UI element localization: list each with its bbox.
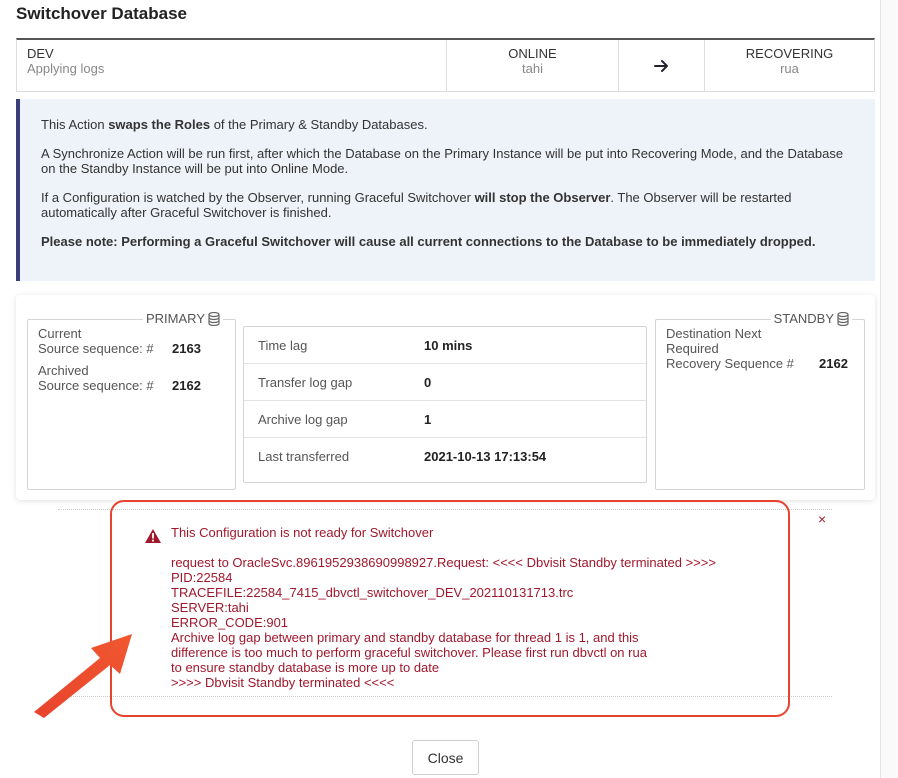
archived-label: Archived	[38, 363, 89, 378]
metric-label: Transfer log gap	[258, 374, 353, 390]
info-text: If a Configuration is watched by the Obs…	[41, 190, 475, 205]
metric-row: Transfer log gap 0	[244, 364, 646, 401]
info-paragraph-3: If a Configuration is watched by the Obs…	[41, 190, 851, 220]
source-database-name: DEV	[27, 46, 54, 61]
dialog-title: Switchover Database	[16, 4, 188, 23]
info-paragraph-1: This Action swaps the Roles of the Prima…	[41, 117, 851, 132]
primary-box: PRIMARY Current Source sequence: # 2163 …	[27, 311, 236, 490]
primary-instance-cell: ONLINE tahi	[447, 40, 619, 91]
metric-label: Time lag	[258, 337, 308, 353]
database-icon	[837, 311, 849, 326]
metric-row: Archive log gap 1	[244, 401, 646, 438]
metric-value: 2021-10-13 17:13:54	[424, 449, 547, 464]
primary-instance-state: ONLINE	[508, 46, 557, 61]
info-callout: This Action swaps the Roles of the Prima…	[16, 99, 875, 281]
arrow-right-icon	[653, 59, 668, 72]
standby-sequence: Destination Next Required Recovery Seque…	[666, 326, 848, 371]
info-text: This Action	[41, 117, 109, 132]
metric-row: Last transferred 2021-10-13 17:13:54	[244, 438, 646, 475]
database-icon	[208, 311, 220, 326]
info-paragraph-2: A Synchronize Action will be run first, …	[41, 146, 844, 176]
standby-sequence-label: Recovery Sequence #	[666, 356, 794, 371]
current-sequence-label: Source sequence: #	[38, 341, 154, 356]
standby-sequence-value: 2162	[819, 356, 848, 371]
source-database-cell: DEV Applying logs	[17, 40, 447, 91]
info-bold-text: will stop the Observer	[474, 190, 611, 205]
close-error-icon[interactable]: ×	[818, 511, 826, 527]
direction-cell	[619, 40, 705, 91]
standby-box: STANDBY Destination Next Required Recove…	[655, 311, 865, 490]
switchover-status-bar: DEV Applying logs ONLINE tahi RECOVERING…	[16, 38, 875, 92]
archived-row: Source sequence: # 2162	[38, 378, 201, 393]
close-button[interactable]: Close	[412, 740, 479, 775]
standby-instance-host: rua	[780, 61, 799, 76]
metric-value: 10 mins	[424, 337, 473, 353]
standby-instance-cell: RECOVERING rua	[705, 40, 874, 91]
source-database-state: Applying logs	[27, 61, 105, 76]
standby-row: Recovery Sequence # 2162	[666, 356, 848, 371]
archived-sequence-label: Source sequence: #	[38, 378, 154, 393]
standby-legend: STANDBY	[770, 311, 852, 326]
primary-instance-host: tahi	[522, 61, 543, 76]
metric-row: Time lag 10 mins	[244, 327, 646, 364]
archived-sequence: Archived Source sequence: # 2162	[38, 363, 201, 393]
annotation-arrow-icon	[34, 634, 132, 718]
standby-label: Required	[666, 341, 719, 356]
info-note: Please note: Performing a Graceful Switc…	[41, 234, 816, 249]
current-sequence: Current Source sequence: # 2163	[38, 326, 201, 356]
error-highlight-box	[110, 500, 790, 717]
primary-legend: PRIMARY	[143, 311, 223, 326]
sync-status-panel: PRIMARY Current Source sequence: # 2163 …	[16, 295, 875, 500]
standby-instance-state: RECOVERING	[745, 46, 834, 61]
primary-legend-label: PRIMARY	[146, 311, 205, 326]
archived-sequence-value: 2162	[172, 378, 201, 393]
metric-label: Archive log gap	[258, 411, 348, 427]
info-text: of the Primary & Standby Databases.	[210, 117, 428, 132]
page-scroll-strip	[880, 0, 898, 778]
info-bold-text: swaps the Roles	[108, 117, 211, 132]
current-sequence-value: 2163	[172, 341, 201, 356]
current-row: Source sequence: # 2163	[38, 341, 201, 356]
current-label: Current	[38, 326, 82, 341]
metric-value: 1	[424, 411, 432, 427]
standby-label: Destination Next	[666, 326, 762, 341]
metric-value: 0	[424, 374, 432, 390]
standby-legend-label: STANDBY	[773, 311, 834, 326]
metrics-box: Time lag 10 mins Transfer log gap 0 Arch…	[243, 326, 647, 483]
metric-label: Last transferred	[258, 449, 350, 464]
